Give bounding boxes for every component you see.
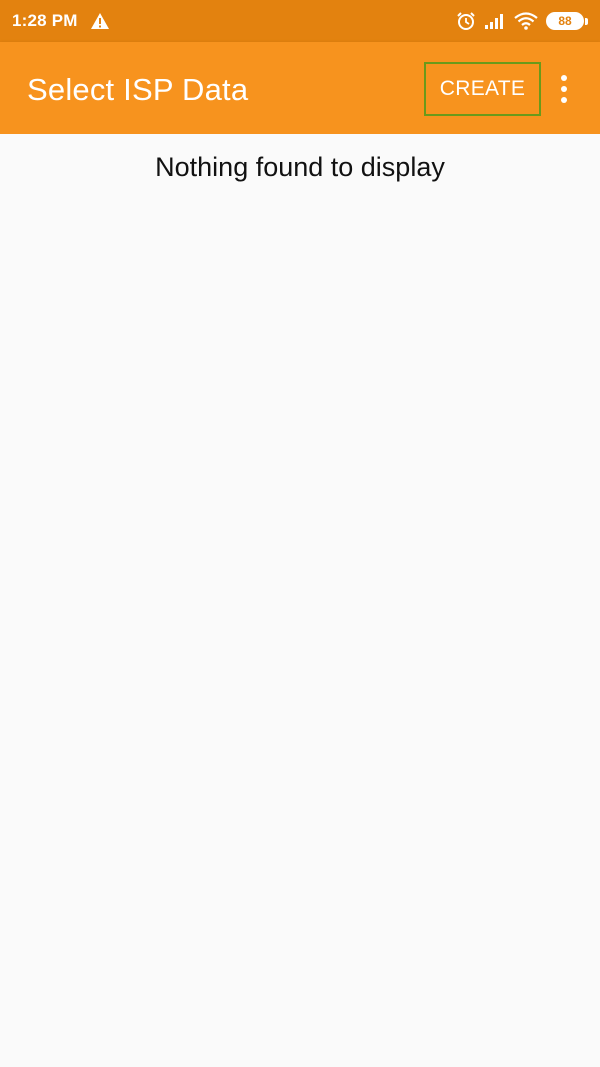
menu-dot <box>561 97 567 103</box>
create-button-label: CREATE <box>439 77 526 100</box>
empty-state-message: Nothing found to display <box>155 152 445 182</box>
menu-dot <box>561 75 567 81</box>
page-title: Select ISP Data <box>27 72 249 107</box>
content-area: Nothing found to display <box>0 134 600 1067</box>
warning-icon <box>90 12 110 30</box>
more-vert-icon[interactable] <box>548 64 580 114</box>
app-bar: Select ISP Data CREATE <box>0 42 600 134</box>
status-time: 1:28 PM <box>12 11 78 30</box>
menu-dot <box>561 86 567 92</box>
status-bar: 1:28 PM 88 <box>0 0 600 42</box>
battery-level: 88 <box>558 14 572 28</box>
alarm-icon <box>456 11 476 31</box>
battery-tip <box>585 17 588 25</box>
signal-icon <box>484 12 506 30</box>
create-button[interactable]: CREATE <box>424 62 541 116</box>
battery-icon: 88 <box>546 12 584 30</box>
wifi-icon <box>514 12 538 30</box>
